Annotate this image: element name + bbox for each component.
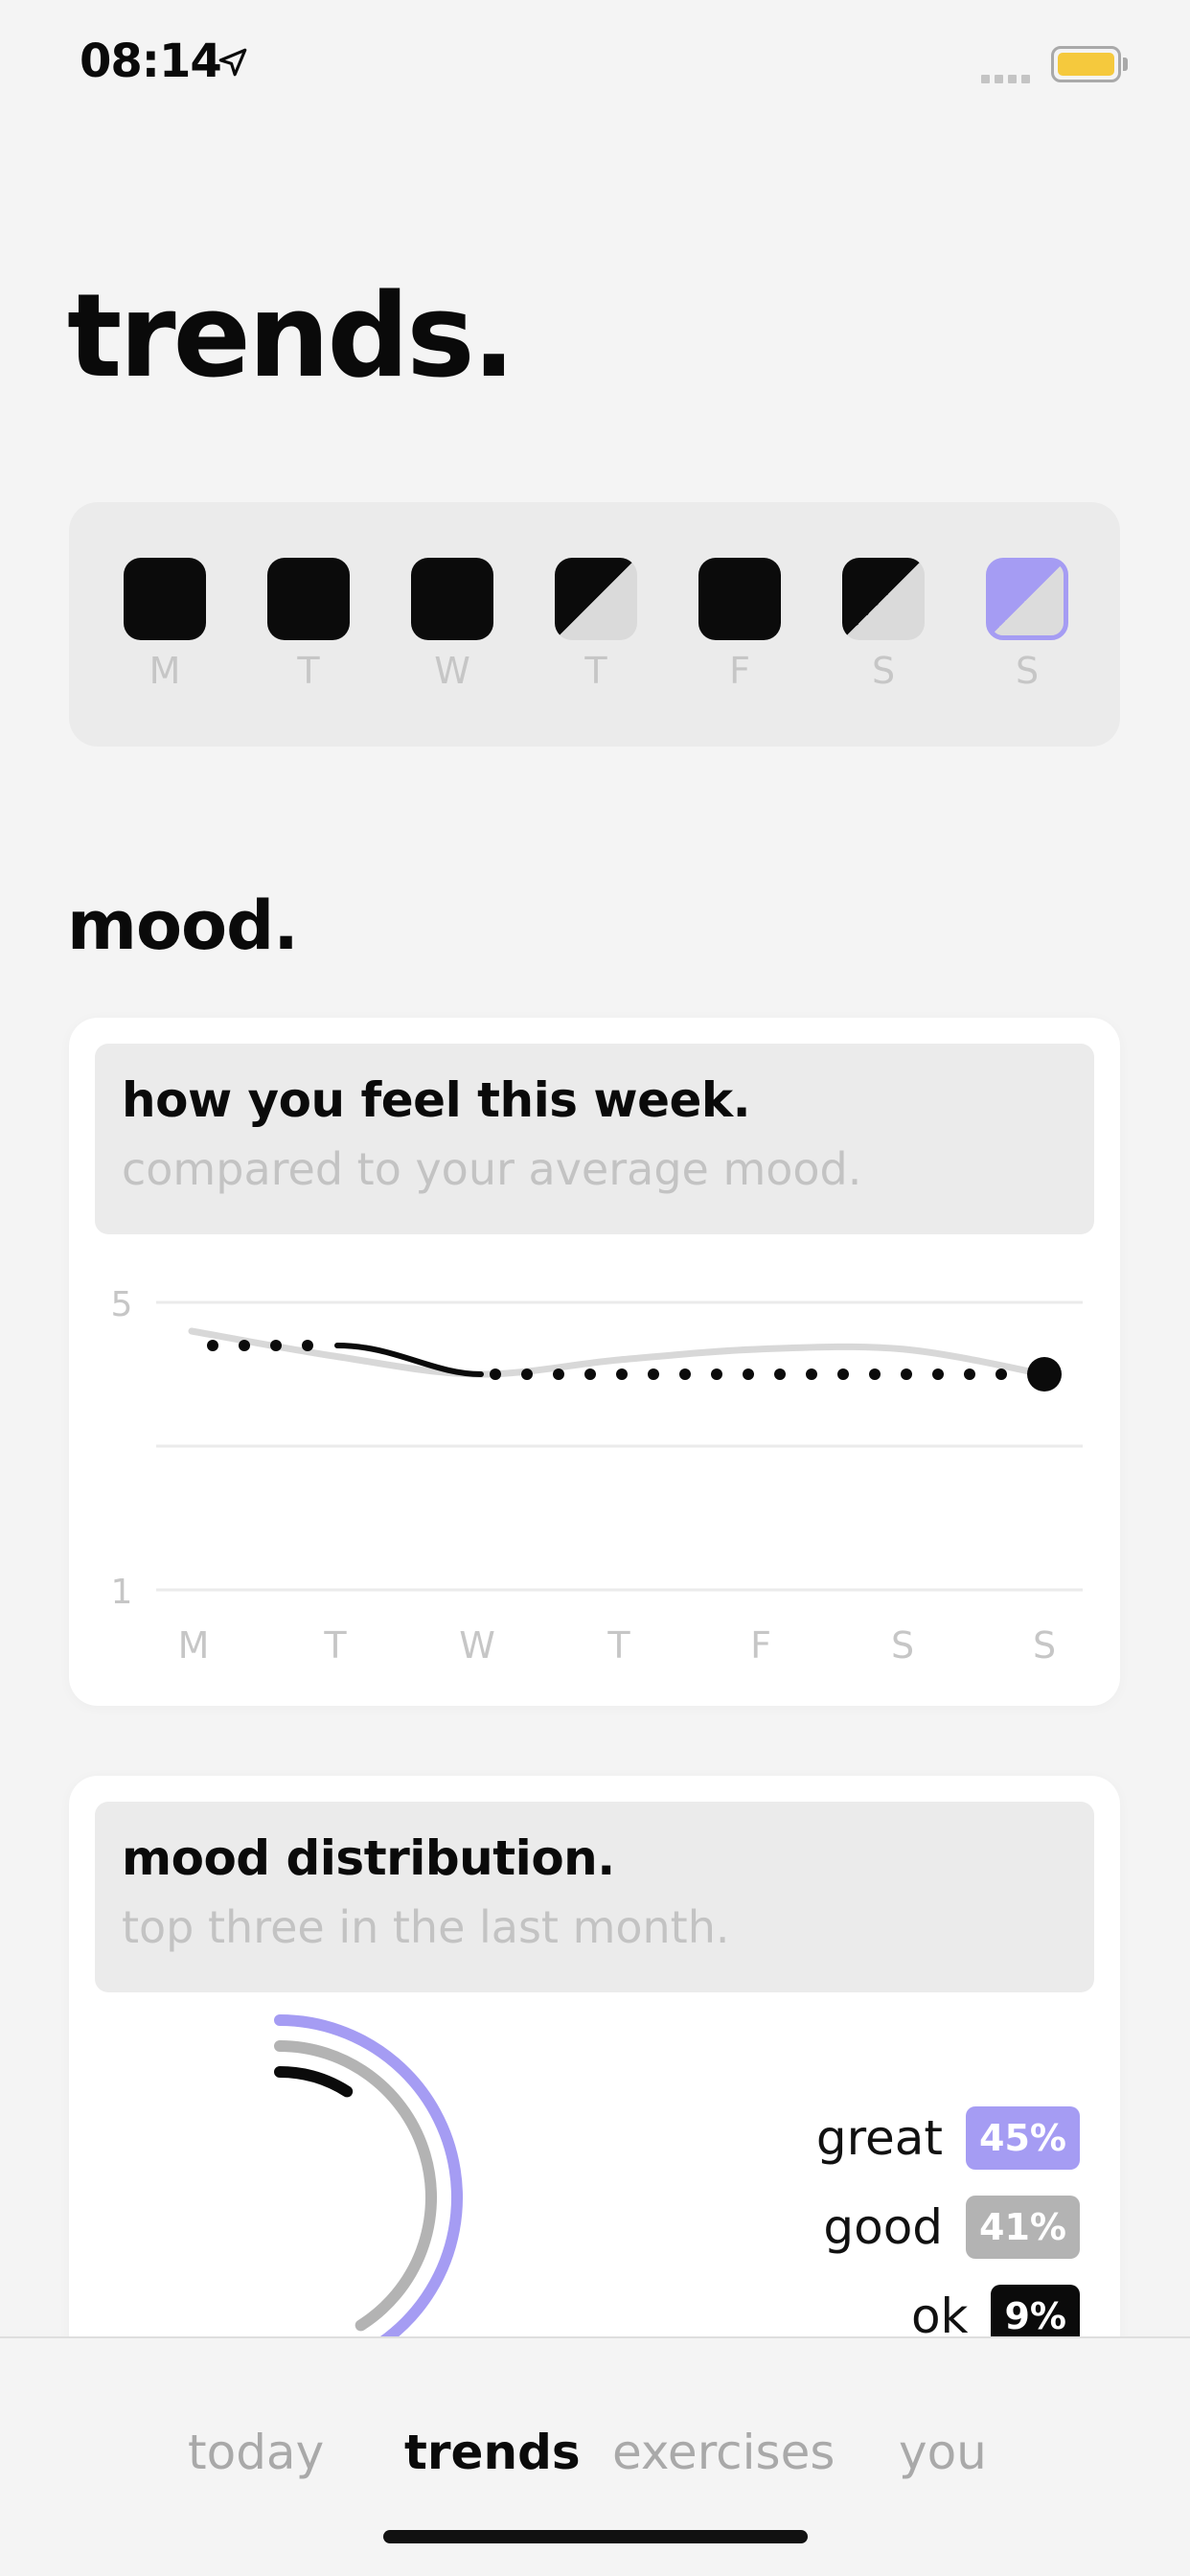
mood-dot xyxy=(584,1368,596,1380)
legend-item-great: great 45% xyxy=(816,2106,1080,2170)
day-label: S xyxy=(871,650,896,692)
day-indicator xyxy=(411,558,493,640)
mood-dot xyxy=(932,1368,944,1380)
legend-label: good xyxy=(823,2199,944,2255)
day-indicator-today xyxy=(986,558,1068,640)
day-indicator xyxy=(267,558,350,640)
mood-dot xyxy=(239,1340,250,1351)
mood-dot xyxy=(648,1368,659,1380)
day-saturday[interactable]: S xyxy=(842,558,925,692)
x-tick-label: W xyxy=(459,1624,495,1667)
weekly-mood-card[interactable]: how you feel this week. compared to your… xyxy=(69,1018,1120,1706)
mood-dot xyxy=(616,1368,628,1380)
day-label: S xyxy=(1015,650,1040,692)
y-tick-label: 1 xyxy=(111,1573,133,1612)
day-label: F xyxy=(729,650,750,692)
mood-dot xyxy=(774,1368,786,1380)
ring-ok xyxy=(274,2066,354,2098)
section-title-mood: mood. xyxy=(67,886,299,965)
page-title: trends. xyxy=(67,270,515,403)
mood-dot xyxy=(995,1368,1007,1380)
mood-dot xyxy=(553,1368,564,1380)
average-mood-line xyxy=(188,1327,1048,1378)
day-indicator xyxy=(555,558,637,640)
day-indicator xyxy=(698,558,781,640)
mood-dot xyxy=(869,1368,881,1380)
day-label: M xyxy=(149,650,181,692)
mood-dot xyxy=(521,1368,533,1380)
day-tuesday[interactable]: T xyxy=(267,558,350,692)
mood-dot xyxy=(901,1368,912,1380)
day-friday[interactable]: F xyxy=(698,558,781,692)
mood-dot xyxy=(806,1368,817,1380)
day-monday[interactable]: M xyxy=(124,558,206,692)
x-tick-label: S xyxy=(1033,1624,1056,1667)
mood-dot xyxy=(270,1340,282,1351)
tab-today[interactable]: today xyxy=(188,2425,324,2480)
day-indicator xyxy=(842,558,925,640)
day-label: T xyxy=(584,650,607,692)
mood-dot xyxy=(964,1368,975,1380)
percent-badge: 45% xyxy=(966,2106,1080,2170)
x-tick-label: T xyxy=(323,1624,347,1667)
legend-label: great xyxy=(815,2110,944,2166)
mood-dot xyxy=(490,1368,501,1380)
day-label: W xyxy=(434,650,470,692)
x-tick-label: S xyxy=(891,1624,914,1667)
y-tick-label: 5 xyxy=(111,1285,133,1324)
mood-dot xyxy=(711,1368,722,1380)
day-thursday[interactable]: T xyxy=(555,558,637,692)
x-tick-label: T xyxy=(606,1624,630,1667)
tab-you[interactable]: you xyxy=(899,2425,987,2480)
signal-icon xyxy=(981,69,1035,87)
mood-dot xyxy=(743,1368,754,1380)
tab-exercises[interactable]: exercises xyxy=(612,2425,835,2480)
day-indicator xyxy=(124,558,206,640)
battery-icon xyxy=(1051,46,1121,82)
percent-badge: 41% xyxy=(966,2196,1080,2259)
x-tick-label: F xyxy=(750,1624,771,1667)
weekly-mood-chart: 5 1 M T W T F S S xyxy=(111,1285,1083,1667)
day-sunday[interactable]: S xyxy=(986,558,1068,692)
home-indicator xyxy=(383,2530,808,2543)
mood-dot xyxy=(837,1368,849,1380)
ring-good xyxy=(274,2040,437,2332)
tab-trends[interactable]: trends xyxy=(404,2425,581,2480)
location-arrow-icon xyxy=(218,48,247,77)
week-tracker: M T W T F S S xyxy=(69,502,1120,747)
x-tick-label: M xyxy=(178,1624,210,1667)
legend-item-good: good 41% xyxy=(823,2196,1080,2259)
mood-dot xyxy=(302,1340,313,1351)
status-time: 08:14 xyxy=(80,34,222,88)
day-label: T xyxy=(297,650,320,692)
current-mood-point xyxy=(1027,1357,1062,1392)
mood-dot xyxy=(679,1368,691,1380)
mood-dot xyxy=(207,1340,218,1351)
day-wednesday[interactable]: W xyxy=(411,558,493,692)
